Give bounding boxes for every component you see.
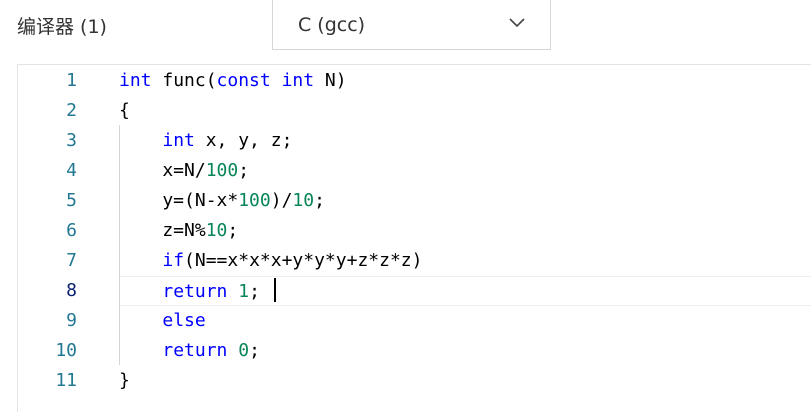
code-token-keyword: return: [162, 340, 228, 361]
code-token-keyword: int: [281, 70, 315, 91]
line-number: 7: [66, 250, 77, 271]
language-select[interactable]: C (gcc): [272, 0, 551, 50]
code-line[interactable]: return 0;: [119, 336, 811, 366]
line-number: 8: [66, 280, 77, 301]
code-line[interactable]: int func(const int N): [119, 66, 811, 96]
code-token-number: 10: [292, 190, 315, 211]
code-token-text: ;: [238, 160, 250, 181]
code-token-text: ;: [249, 340, 260, 361]
code-token-text: ;: [249, 281, 260, 302]
line-number: 9: [66, 310, 77, 331]
line-number: 3: [66, 130, 77, 151]
code-token-text: ;: [314, 190, 325, 211]
code-line[interactable]: }: [119, 366, 811, 396]
code-token-keyword: int: [119, 70, 152, 91]
compiler-label: 编译器 (1): [17, 16, 107, 38]
code-token-text: func(: [151, 70, 217, 91]
code-line-current[interactable]: return 1;: [119, 276, 811, 306]
code-token-keyword: if: [162, 250, 185, 271]
compiler-panel: 编译器 (1) C (gcc) 1 2 3 4 5 6 7 8 9 10 11 int func(c…: [0, 0, 811, 412]
line-number: 1: [66, 70, 77, 91]
code-line[interactable]: else: [119, 306, 811, 336]
code-token-text: )/: [270, 190, 293, 211]
code-editor[interactable]: 1 2 3 4 5 6 7 8 9 10 11 int func(const int N){ int…: [17, 64, 811, 412]
code-line[interactable]: z=N%10;: [119, 216, 811, 246]
code-token-keyword: const: [216, 70, 271, 91]
code-token-text: x=N/: [119, 160, 206, 181]
code-token-text: }: [119, 370, 130, 391]
code-token-text: y=(N-x*: [119, 190, 239, 211]
code-token-number: 100: [238, 190, 271, 211]
line-number: 5: [66, 190, 77, 211]
code-token-keyword: return: [162, 281, 228, 302]
line-number: 2: [66, 100, 77, 121]
code-token-text: ;: [227, 220, 239, 241]
indent-guide: [119, 125, 120, 365]
line-number: 4: [66, 160, 77, 181]
code-token-number: 10: [205, 220, 228, 241]
code-token-number: 100: [205, 160, 239, 181]
code-token-text: {: [119, 100, 130, 121]
line-number: 11: [55, 370, 77, 391]
text-cursor: [274, 278, 276, 302]
code-line[interactable]: y=(N-x*100)/10;: [119, 186, 811, 216]
code-token-text: (N==x*x*x+y*y*y+z*z*z): [184, 250, 423, 271]
line-number: 10: [55, 340, 77, 361]
language-select-value: C (gcc): [298, 14, 366, 36]
line-number: 6: [66, 220, 77, 241]
code-line[interactable]: int x, y, z;: [119, 126, 811, 156]
code-token-text: z=N%: [119, 220, 206, 241]
code-token-keyword: else: [162, 310, 206, 331]
code-line[interactable]: {: [119, 96, 811, 126]
code-line[interactable]: if(N==x*x*x+y*y*y+z*z*z): [119, 246, 811, 276]
code-token-number: 1: [238, 281, 250, 302]
code-token-number: 0: [238, 340, 250, 361]
code-token-keyword: int: [162, 130, 195, 151]
code-token-text: x, y, z;: [194, 130, 293, 151]
code-line[interactable]: x=N/100;: [119, 156, 811, 186]
chevron-down-icon: [509, 18, 525, 28]
code-token-text: N): [314, 70, 347, 91]
